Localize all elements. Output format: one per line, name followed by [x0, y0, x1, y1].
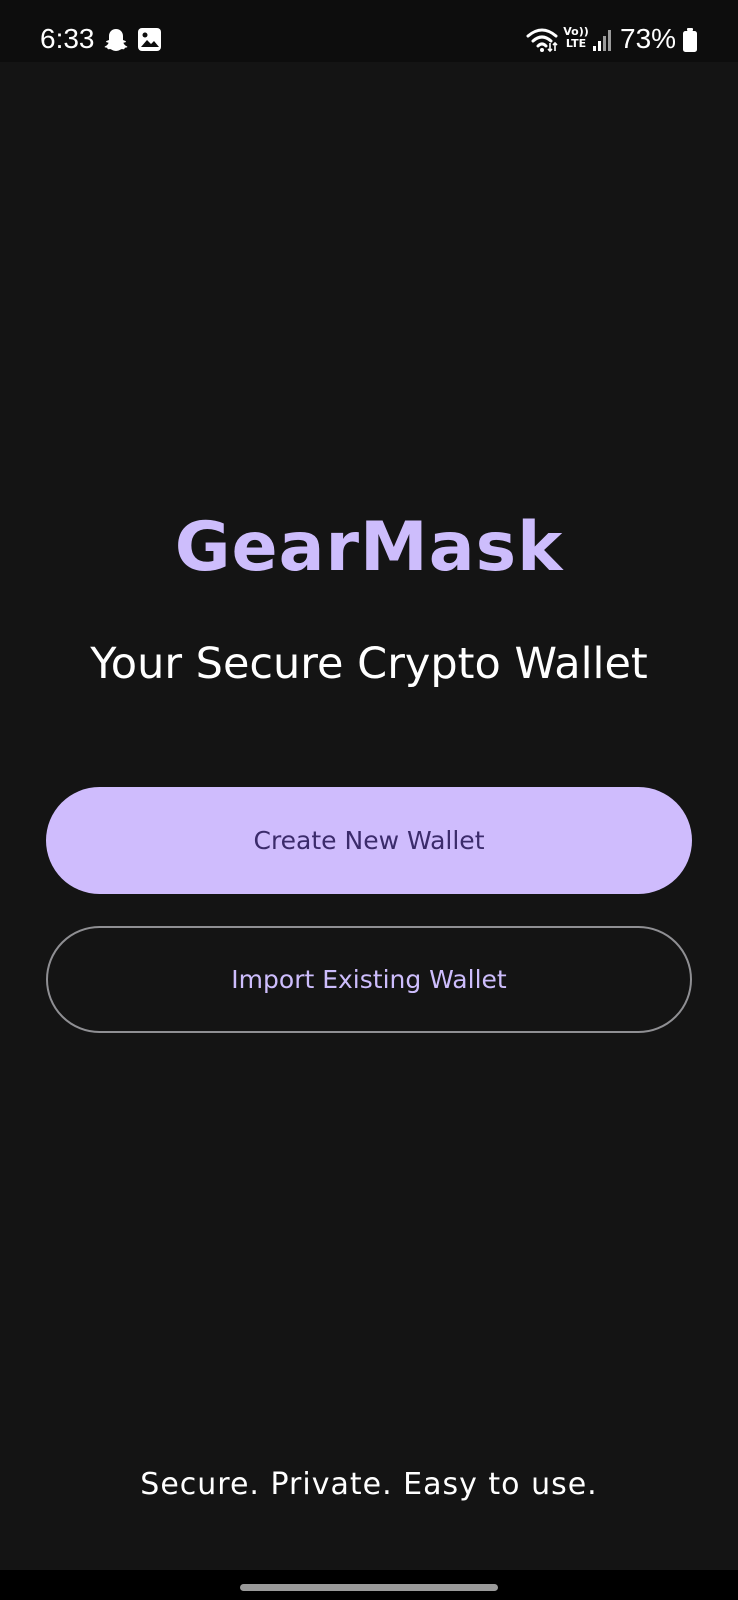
- home-indicator[interactable]: [240, 1584, 498, 1591]
- app-subtitle: Your Secure Crypto Wallet: [90, 639, 648, 689]
- battery-icon: [683, 28, 697, 52]
- battery-percent: 73%: [620, 23, 677, 54]
- wifi-icon: [526, 28, 558, 53]
- signal-icon: [593, 30, 611, 51]
- import-wallet-button[interactable]: Import Existing Wallet: [46, 926, 692, 1033]
- status-bar: 6:33 Vo)) LTE 73%: [0, 0, 738, 62]
- create-wallet-button-label: Create New Wallet: [253, 826, 485, 855]
- volte-icon: Vo)) LTE: [563, 26, 589, 50]
- gallery-icon: [138, 28, 161, 51]
- snapchat-icon: [104, 29, 128, 51]
- import-wallet-button-label: Import Existing Wallet: [231, 965, 507, 994]
- status-time: 6:33: [40, 23, 95, 54]
- app-title: GearMask: [174, 508, 564, 587]
- volte-label-bottom: LTE: [565, 37, 587, 50]
- tagline: Secure. Private. Easy to use.: [140, 1467, 598, 1502]
- app-screen: 6:33 Vo)) LTE 73% GearMask Your Secure C…: [0, 0, 738, 1600]
- create-wallet-button[interactable]: Create New Wallet: [46, 787, 692, 894]
